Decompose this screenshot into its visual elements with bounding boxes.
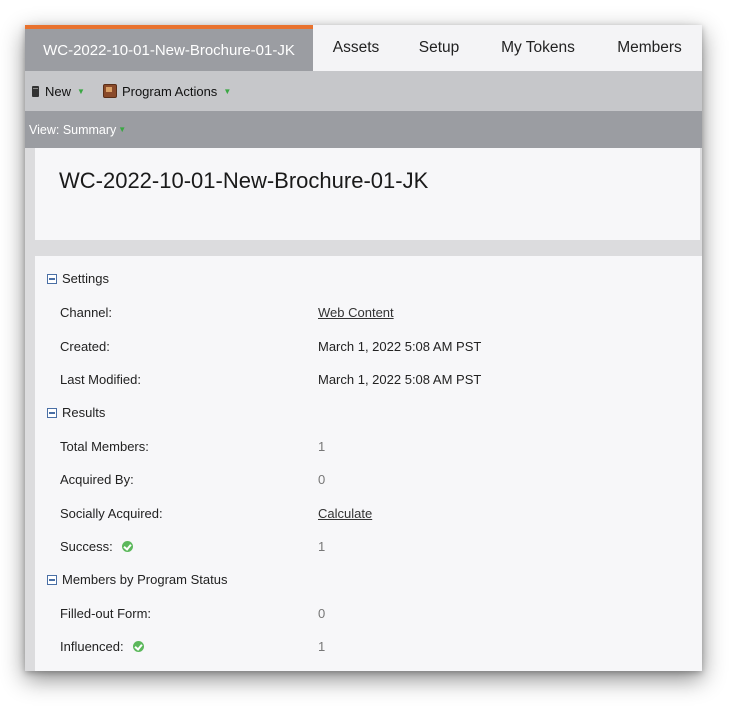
summary-details-panel: Settings Channel: Web Content Created: M… [35,256,702,671]
detail-label: Socially Acquired: [60,506,163,521]
program-title-panel: WC-2022-10-01-New-Brochure-01-JK [35,148,700,240]
detail-row-acquired-by: Acquired By: [60,472,134,487]
program-window: WC-2022-10-01-New-Brochure-01-JK Assets … [25,25,702,671]
new-button[interactable]: New ▼ [32,84,85,99]
section-members-by-status-header: Members by Program Status [47,572,227,587]
detail-row-filled-out-form: Filled-out Form: [60,606,151,621]
new-label: New [45,83,72,99]
calculate-link[interactable]: Calculate [318,506,372,521]
detail-row-socially-acquired: Socially Acquired: [60,506,163,521]
program-actions-icon [102,84,117,98]
tab-my-tokens[interactable]: My Tokens [479,25,597,71]
collapse-icon[interactable] [47,407,57,418]
filled-out-form-value: 0 [318,606,326,621]
detail-row-total-members: Total Members: [60,439,149,454]
toolbar: New ▼ Program Actions ▼ [25,71,702,111]
section-results-header: Results [47,405,105,420]
created-value: March 1, 2022 5:08 AM PST [318,339,482,354]
section-title: Members by Program Status [62,572,228,587]
acquired-by-value: 0 [318,472,326,487]
last-modified-value: March 1, 2022 5:08 AM PST [318,372,482,387]
collapse-icon[interactable] [47,273,57,284]
detail-label: Success: [60,539,113,554]
detail-label: Last Modified: [60,372,141,387]
total-members-value: 1 [318,439,326,454]
detail-label: Channel: [60,305,113,320]
detail-row-success: Success: [60,539,133,554]
dropdown-caret-icon: ▼ [77,86,85,96]
view-summary-selector[interactable]: View: Summary [29,123,116,137]
success-check-icon [121,541,133,552]
tab-assets[interactable]: Assets [313,25,399,71]
section-title: Results [62,405,106,420]
detail-label: Filled-out Form: [60,606,152,621]
detail-label: Acquired By: [60,472,134,487]
detail-label: Influenced: [60,639,124,654]
detail-row-last-modified: Last Modified: [60,372,141,387]
detail-row-influenced: Influenced: [60,639,144,654]
tab-members[interactable]: Members [597,25,702,71]
detail-row-created: Created: [60,339,110,354]
tab-program[interactable]: WC-2022-10-01-New-Brochure-01-JK [25,25,313,71]
detail-label: Created: [60,339,110,354]
success-value: 1 [318,539,326,554]
new-icon [32,85,39,97]
success-check-icon [132,641,144,652]
tab-bar: WC-2022-10-01-New-Brochure-01-JK Assets … [25,25,702,71]
view-bar: View: Summary ▼ [25,111,702,148]
collapse-icon[interactable] [47,574,57,585]
section-title: Settings [62,271,109,286]
detail-row-channel: Channel: [60,305,112,320]
dropdown-caret-icon: ▼ [118,125,127,134]
dropdown-caret-icon: ▼ [223,86,232,96]
channel-link[interactable]: Web Content [318,305,394,320]
program-actions-label: Program Actions [121,83,218,99]
page-title: WC-2022-10-01-New-Brochure-01-JK [59,168,429,193]
detail-label: Total Members: [60,439,149,454]
tab-setup[interactable]: Setup [399,25,479,71]
influenced-value: 1 [318,639,326,654]
section-settings-header: Settings [47,271,109,286]
program-actions-button[interactable]: Program Actions ▼ [102,83,232,99]
